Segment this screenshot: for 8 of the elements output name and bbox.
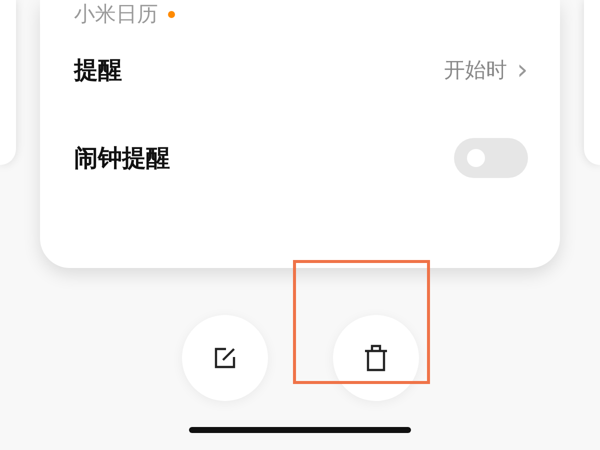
chevron-icon: › [516, 56, 528, 84]
reminder-value[interactable]: 开始时 [444, 56, 507, 84]
row-label: 提醒 [74, 55, 122, 86]
row-label: 闹钟提醒 [74, 143, 170, 174]
calendar-name: 小米日历 [74, 1, 158, 28]
toggle-switch[interactable] [454, 138, 528, 178]
trash-icon [362, 344, 388, 372]
edit-icon [212, 346, 236, 370]
